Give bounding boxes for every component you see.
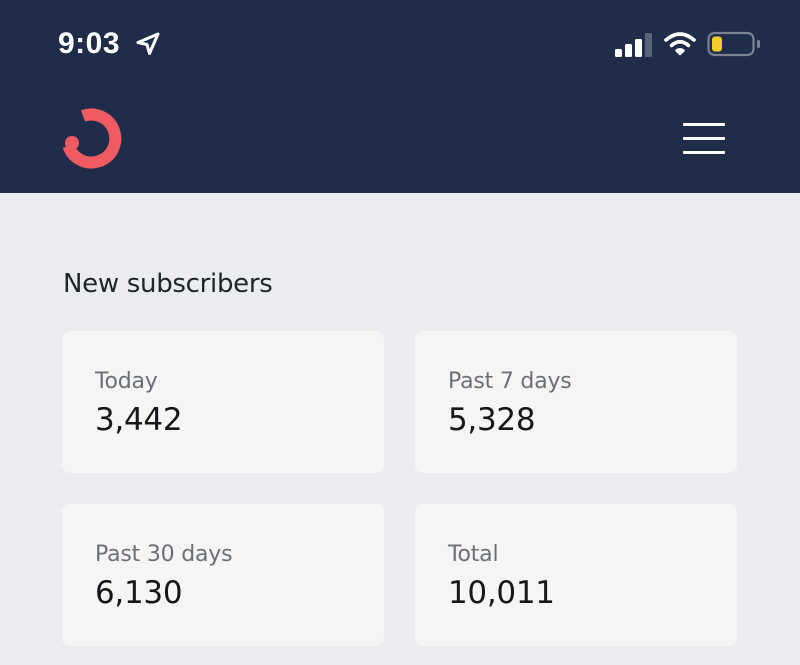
cellular-signal-icon [615,33,652,57]
hamburger-menu-icon[interactable] [683,121,725,156]
section-title: New subscribers [63,269,273,299]
stat-label: Today [95,369,158,394]
stat-label: Total [448,542,499,567]
location-arrow-icon [136,32,160,55]
wifi-icon [664,32,696,56]
stat-value: 5,328 [448,402,536,438]
stat-card-past-30-days: Past 30 days 6,130 [62,504,384,646]
app-header: 9:03 [0,0,800,193]
stat-value: 10,011 [448,575,555,611]
stat-value: 6,130 [95,575,183,611]
stat-card-past-7-days: Past 7 days 5,328 [415,331,737,473]
stat-card-total: Total 10,011 [415,504,737,646]
stat-label: Past 7 days [448,369,572,394]
stat-value: 3,442 [95,402,183,438]
battery-icon [707,31,760,57]
logo-icon[interactable] [60,108,126,170]
status-time: 9:03 [58,27,121,60]
stat-card-today: Today 3,442 [62,331,384,473]
stat-label: Past 30 days [95,542,233,567]
